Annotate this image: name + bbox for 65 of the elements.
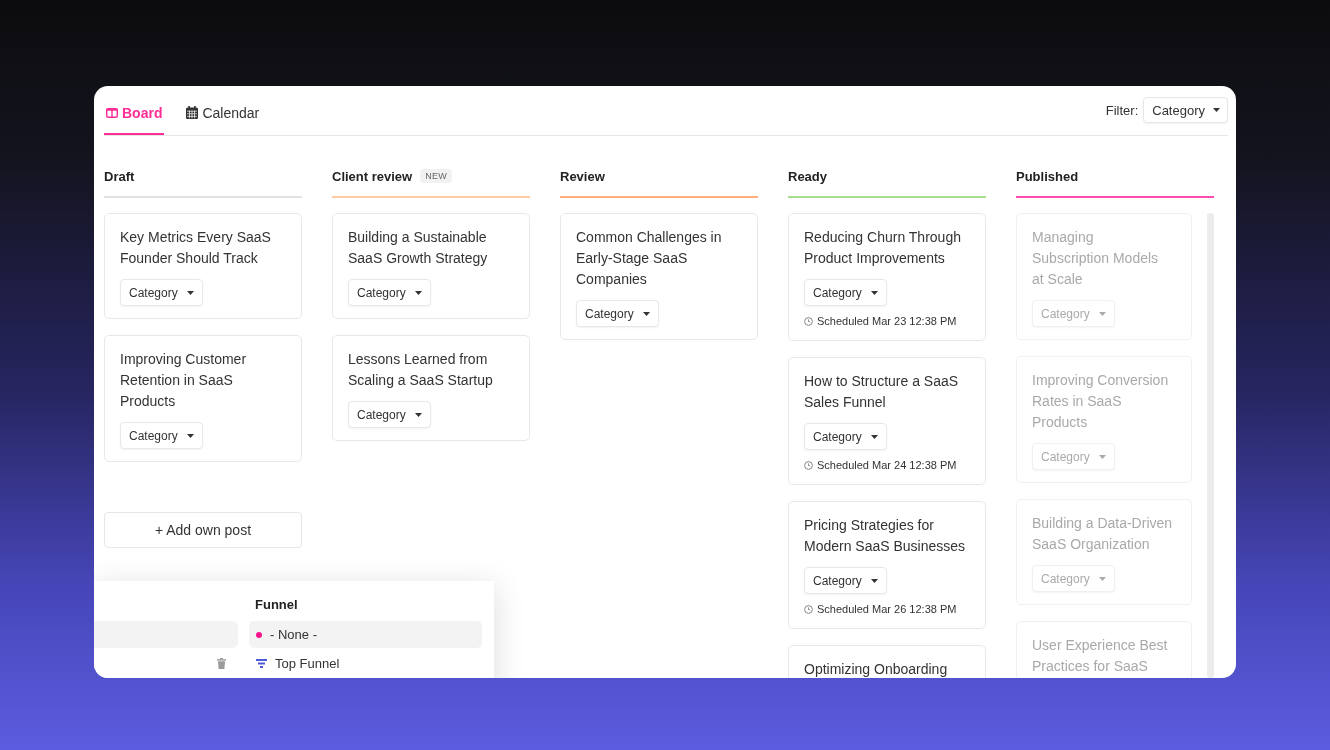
post-title: Lessons Learned from Scaling a SaaS Startup (348, 350, 494, 390)
post-title: Optimizing Onboarding (804, 660, 948, 678)
caret-icon (1098, 576, 1106, 581)
post-card[interactable]: Improving Customer Retention in SaaS Products Category (104, 335, 302, 462)
category-dropdown[interactable]: Category (120, 279, 203, 306)
filter-label: Filter: (1105, 102, 1139, 118)
funnel-heading: Funnel (255, 597, 298, 613)
view-tab[interactable]: Calendar (184, 86, 262, 135)
column-title: Draft (104, 168, 135, 184)
calendar-icon (186, 106, 199, 119)
caret-icon (1098, 454, 1106, 459)
caret-icon (186, 290, 194, 295)
caret-icon (870, 290, 878, 295)
caret-icon (1098, 311, 1106, 316)
post-title: Building a Sustainable SaaS Growth Strategy (348, 228, 489, 268)
schedule-text: Scheduled Mar 26 12:38 PM (817, 603, 957, 615)
caret-icon (414, 412, 422, 417)
post-title: Building a Data-Driven SaaS Organization (1032, 514, 1173, 554)
category-dropdown[interactable]: Category (348, 401, 431, 428)
post-title: Key Metrics Every SaaS Founder Should Track (120, 228, 272, 268)
category-dropdown[interactable]: Category (804, 279, 887, 306)
clock-icon (804, 604, 813, 614)
post-card[interactable]: Lessons Learned from Scaling a SaaS Startup Category (332, 335, 530, 441)
post-card[interactable]: Optimizing Onboarding (788, 645, 986, 678)
post-card[interactable]: Building a Sustainable SaaS Growth Strategy Category (332, 213, 530, 319)
column-title: Ready (788, 168, 828, 184)
board-icon (106, 107, 118, 118)
caret-icon (186, 433, 194, 438)
clock-icon (804, 460, 813, 470)
scrollbar[interactable] (1207, 213, 1214, 678)
post-card[interactable]: Pricing Strategies for Modern SaaS Businesses Category Scheduled Mar 26 12:38 PM (788, 501, 986, 629)
funnel-option[interactable]: Top Funnel (249, 650, 482, 677)
category-dropdown[interactable]: Category (804, 423, 887, 450)
post-card[interactable]: Reducing Churn Through Product Improvements Category Scheduled Mar 23 12:38 PM (788, 213, 986, 341)
caret-icon (642, 311, 650, 316)
post-title: Common Challenges in Early-Stage SaaS Companies (576, 228, 723, 289)
column-title: Published (1016, 168, 1079, 184)
category-dropdown[interactable]: Category (804, 567, 887, 594)
category-dropdown[interactable]: Category (576, 300, 659, 327)
caret-icon (414, 290, 422, 295)
column-title: Client review (332, 168, 413, 184)
trash-icon[interactable] (217, 658, 226, 669)
caret-icon (870, 434, 878, 439)
post-title: Pricing Strategies for Modern SaaS Businesses (804, 516, 967, 556)
filter-dropdown[interactable]: Category (1143, 97, 1228, 123)
post-title: How to Structure a SaaS Sales Funnel (804, 372, 960, 412)
add-post-button[interactable]: + Add own post (104, 512, 302, 548)
category-dropdown[interactable]: Category (348, 279, 431, 306)
clock-icon (804, 316, 813, 326)
post-title: Reducing Churn Through Product Improvements (804, 228, 962, 268)
schedule-text: Scheduled Mar 24 12:38 PM (817, 459, 957, 471)
post-title: Improving Conversion Rates in SaaS Products (1032, 371, 1170, 432)
post-card[interactable]: Key Metrics Every SaaS Founder Should Track Category (104, 213, 302, 319)
column-title: Review (560, 168, 605, 184)
post-title: Improving Customer Retention in SaaS Products (120, 350, 248, 411)
post-card[interactable]: How to Structure a SaaS Sales Funnel Category Scheduled Mar 24 12:38 PM (788, 357, 986, 485)
funnel-option[interactable]: - None - (249, 621, 482, 648)
new-badge: NEW (420, 169, 453, 183)
caret-icon (1213, 108, 1220, 112)
caret-icon (870, 578, 878, 583)
schedule-text: Scheduled Mar 23 12:38 PM (817, 315, 957, 327)
category-dropdown[interactable]: Category (120, 422, 203, 449)
post-title: User Experience Best Practices for SaaS (1032, 636, 1169, 676)
post-card[interactable]: Common Challenges in Early-Stage SaaS Companies Category (560, 213, 758, 340)
post-title: Managing Subscription Models at Scale (1032, 228, 1160, 289)
